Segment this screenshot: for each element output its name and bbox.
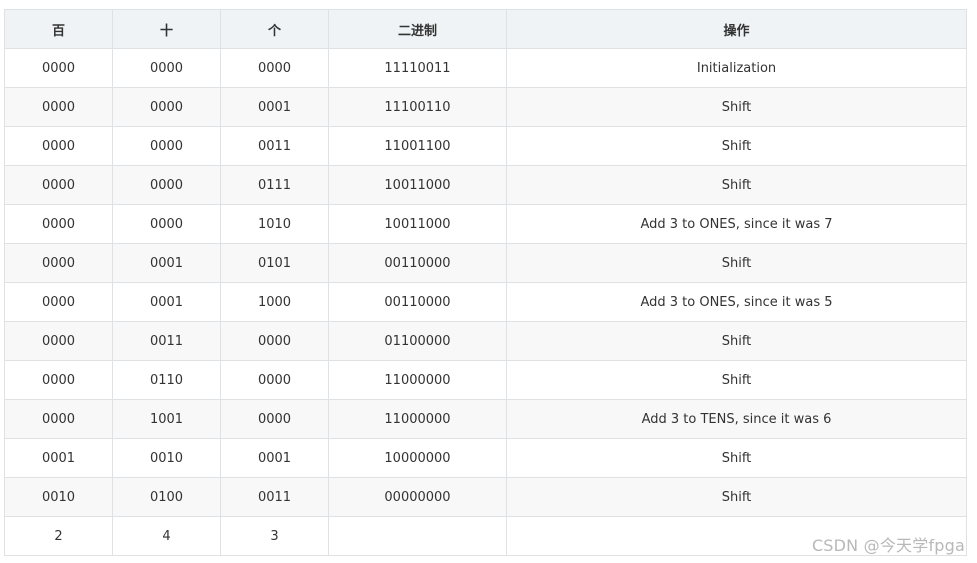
cell-operation: Shift [506, 477, 967, 517]
header-hundreds: 百 [4, 9, 113, 49]
cell-tens: 1001 [112, 399, 221, 439]
table-row: 0000 1001 0000 11000000 Add 3 to TENS, since… [4, 399, 967, 439]
table-row: 0000 0000 0011 11001100 Shift [4, 126, 967, 166]
cell-tens: 0000 [112, 126, 221, 166]
cell-hundreds: 2 [4, 516, 113, 556]
cell-operation: Shift [506, 87, 967, 127]
cell-hundreds: 0000 [4, 48, 113, 88]
cell-binary: 00110000 [328, 282, 507, 322]
cell-binary: 11110011 [328, 48, 507, 88]
cell-operation: Add 3 to TENS, since it was 6 [506, 399, 967, 439]
cell-hundreds: 0000 [4, 165, 113, 205]
cell-tens: 0000 [112, 204, 221, 244]
cell-operation: Shift [506, 360, 967, 400]
cell-operation: Shift [506, 321, 967, 361]
cell-hundreds: 0000 [4, 126, 113, 166]
cell-ones: 0101 [220, 243, 329, 283]
cell-ones: 0000 [220, 399, 329, 439]
cell-hundreds: 0000 [4, 282, 113, 322]
cell-binary [328, 516, 507, 556]
table-row: 0000 0000 1010 10011000 Add 3 to ONES, since… [4, 204, 967, 244]
cell-tens: 4 [112, 516, 221, 556]
cell-operation: Shift [506, 126, 967, 166]
cell-ones: 1000 [220, 282, 329, 322]
table-row: 0000 0001 1000 00110000 Add 3 to ONES, since… [4, 282, 967, 322]
cell-hundreds: 0000 [4, 360, 113, 400]
header-tens: 十 [112, 9, 221, 49]
cell-binary: 00000000 [328, 477, 507, 517]
cell-binary: 10011000 [328, 165, 507, 205]
cell-binary: 11100110 [328, 87, 507, 127]
cell-tens: 0000 [112, 48, 221, 88]
cell-operation: Initialization [506, 48, 967, 88]
cell-hundreds: 0010 [4, 477, 113, 517]
header-row: 百 十 个 二进制 操作 [4, 9, 967, 49]
csdn-watermark: CSDN @今天学fpga [811, 536, 965, 555]
cell-operation: Shift [506, 438, 967, 478]
cell-binary: 11000000 [328, 399, 507, 439]
cell-hundreds: 0000 [4, 399, 113, 439]
header-operation: 操作 [506, 9, 967, 49]
cell-tens: 0010 [112, 438, 221, 478]
cell-tens: 0110 [112, 360, 221, 400]
cell-ones: 0111 [220, 165, 329, 205]
header-binary: 二进制 [328, 9, 507, 49]
cell-tens: 0011 [112, 321, 221, 361]
cell-ones: 3 [220, 516, 329, 556]
table-row: 0000 0000 0111 10011000 Shift [4, 165, 967, 205]
cell-tens: 0001 [112, 243, 221, 283]
table-row: 0000 0011 0000 01100000 Shift [4, 321, 967, 361]
header-ones: 个 [220, 9, 329, 49]
table-body: 0000 0000 0000 11110011 Initialization 0000 00… [4, 48, 967, 556]
cell-ones: 0001 [220, 87, 329, 127]
cell-tens: 0100 [112, 477, 221, 517]
bcd-conversion-table: 百 十 个 二进制 操作 0000 0000 0000 11110011 Initial… [4, 9, 967, 556]
cell-operation: Add 3 to ONES, since it was 7 [506, 204, 967, 244]
cell-hundreds: 0000 [4, 243, 113, 283]
cell-hundreds: 0000 [4, 321, 113, 361]
cell-ones: 1010 [220, 204, 329, 244]
cell-binary: 10011000 [328, 204, 507, 244]
cell-operation: Shift [506, 243, 967, 283]
cell-operation: Add 3 to ONES, since it was 5 [506, 282, 967, 322]
table-row: 0000 0000 0000 11110011 Initialization [4, 48, 967, 88]
cell-tens: 0000 [112, 165, 221, 205]
cell-tens: 0000 [112, 87, 221, 127]
cell-binary: 11001100 [328, 126, 507, 166]
cell-ones: 0001 [220, 438, 329, 478]
cell-binary: 10000000 [328, 438, 507, 478]
table-row: 0001 0010 0001 10000000 Shift [4, 438, 967, 478]
cell-ones: 0011 [220, 126, 329, 166]
cell-ones: 0000 [220, 48, 329, 88]
cell-hundreds: 0000 [4, 204, 113, 244]
cell-binary: 01100000 [328, 321, 507, 361]
table-row: 0000 0001 0101 00110000 Shift [4, 243, 967, 283]
cell-binary: 11000000 [328, 360, 507, 400]
cell-tens: 0001 [112, 282, 221, 322]
table-row: 0000 0000 0001 11100110 Shift [4, 87, 967, 127]
cell-operation: Shift [506, 165, 967, 205]
table-header: 百 十 个 二进制 操作 [4, 9, 967, 49]
cell-binary: 00110000 [328, 243, 507, 283]
table-row: 0000 0110 0000 11000000 Shift [4, 360, 967, 400]
cell-ones: 0011 [220, 477, 329, 517]
cell-hundreds: 0000 [4, 87, 113, 127]
cell-ones: 0000 [220, 360, 329, 400]
cell-ones: 0000 [220, 321, 329, 361]
cell-hundreds: 0001 [4, 438, 113, 478]
table-row: 0010 0100 0011 00000000 Shift [4, 477, 967, 517]
